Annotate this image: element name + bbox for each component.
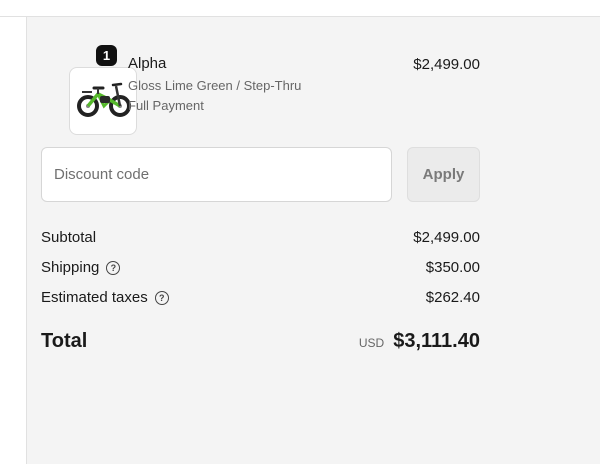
product-payment-option: Full Payment	[128, 98, 204, 113]
product-variant: Gloss Lime Green / Step-Thru	[128, 78, 302, 93]
shipping-label: Shipping ?	[41, 259, 121, 276]
estimated-taxes-value: $262.40	[425, 289, 480, 306]
discount-code-input[interactable]	[41, 147, 392, 202]
shipping-help-icon[interactable]: ?	[106, 260, 121, 275]
currency-code: USD	[358, 336, 385, 350]
top-bar	[0, 0, 600, 17]
ebike-icon	[77, 82, 131, 117]
total-value: $3,111.40	[393, 330, 480, 352]
order-summary-panel	[27, 17, 600, 464]
subtotal-label: Subtotal	[41, 229, 96, 246]
total-amount: USD $3,111.40	[359, 330, 480, 353]
shipping-label-text: Shipping	[41, 259, 100, 276]
taxes-help-icon[interactable]: ?	[154, 290, 169, 305]
shipping-value: $350.00	[425, 259, 480, 276]
product-name: Alpha	[128, 55, 167, 72]
subtotal-label-text: Subtotal	[41, 229, 97, 246]
taxes-label-text: Estimated taxes	[41, 289, 148, 306]
left-column-edge	[0, 17, 27, 464]
total-label: Total	[41, 330, 88, 352]
quantity-badge: 1	[96, 45, 117, 66]
apply-discount-button[interactable]: Apply	[407, 147, 480, 202]
subtotal-value: $2,499.00	[413, 229, 480, 246]
product-price: $2,499.00	[413, 56, 480, 73]
product-thumbnail	[69, 67, 137, 135]
estimated-taxes-label: Estimated taxes ?	[41, 289, 169, 306]
